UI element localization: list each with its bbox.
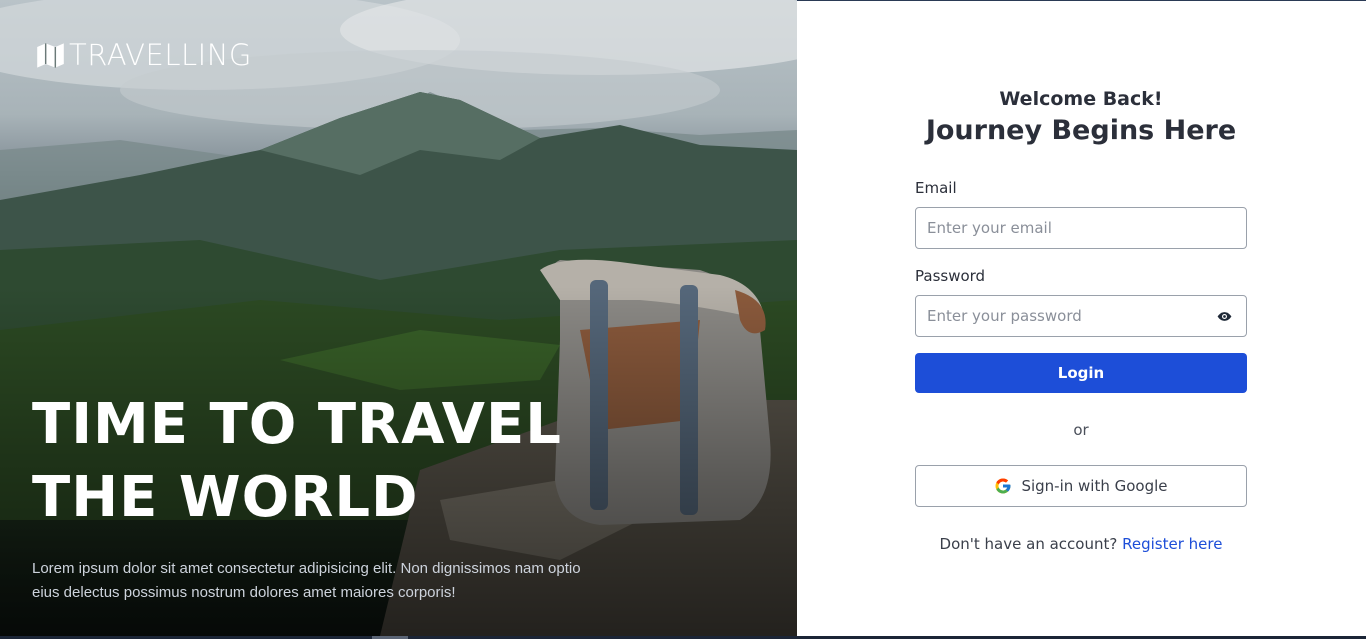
brand-name: TRAVELLING [69,38,252,72]
password-field-wrapper [915,295,1247,337]
login-button[interactable]: Login [915,353,1247,393]
register-link[interactable]: Register here [1122,535,1222,553]
page-title: Journey Begins Here [925,115,1237,146]
hero-title-line-2: THE WORLD [32,465,419,530]
hero-title-line-1: TIME TO TRAVEL [32,392,562,457]
email-field[interactable] [916,208,1246,248]
google-icon [995,478,1011,494]
or-divider: or [1073,421,1089,439]
mountain-backpack-image [0,0,797,636]
register-prompt-text: Don't have an account? [939,535,1118,553]
hero-section: TRAVELLING TIME TO TRAVEL THE WORLD Lore… [0,0,797,636]
login-form: Welcome Back! Journey Begins Here Email … [915,88,1247,553]
hero-title: TIME TO TRAVEL THE WORLD [32,388,562,534]
email-label: Email [915,179,957,197]
map-icon [37,42,64,68]
email-field-wrapper [915,207,1247,249]
welcome-text: Welcome Back! [999,88,1163,110]
backpack [540,259,771,525]
password-label: Password [915,267,986,285]
brand-logo[interactable]: TRAVELLING [36,38,252,72]
hero-description: Lorem ipsum dolor sit amet consectetur a… [32,560,581,601]
google-button-label: Sign-in with Google [1021,477,1168,495]
eye-icon[interactable] [1217,310,1232,328]
password-field[interactable] [916,296,1246,336]
register-prompt: Don't have an account? Register here [915,535,1247,553]
login-panel: Welcome Back! Journey Begins Here Email … [797,0,1366,636]
google-signin-button[interactable]: Sign-in with Google [915,465,1247,507]
